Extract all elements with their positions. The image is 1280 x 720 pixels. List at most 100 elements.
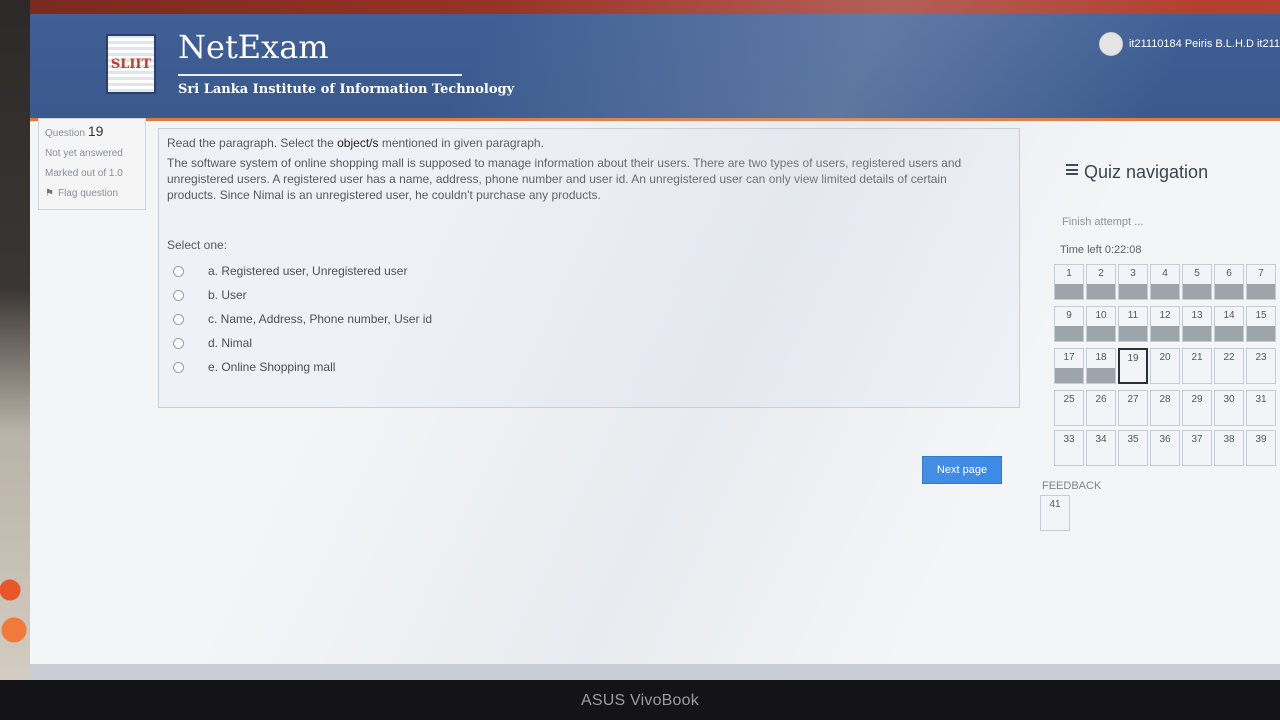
question-nav-button[interactable]: 20 <box>1150 348 1180 384</box>
question-nav-number: 35 <box>1127 434 1139 445</box>
radio-option-b[interactable] <box>173 289 184 301</box>
question-nav-button[interactable]: 34 <box>1086 430 1116 466</box>
answer-option-a[interactable]: a. Registered user, Unregistered user <box>173 259 1011 283</box>
question-nav-number: 26 <box>1095 394 1107 405</box>
question-nav-button[interactable]: 2 <box>1086 264 1116 300</box>
question-nav-number: 22 <box>1223 352 1235 363</box>
question-nav-button[interactable]: 25 <box>1054 390 1084 426</box>
question-nav-number: 4 <box>1162 268 1168 279</box>
question-nav-number: 33 <box>1063 434 1075 445</box>
question-nav-row: 17 18 19 20 21 22 23 <box>1054 348 1276 384</box>
question-nav-number: 23 <box>1255 352 1267 363</box>
option-label-e[interactable]: e. Online Shopping mall <box>208 359 335 375</box>
screen-bottom-edge <box>30 664 1280 680</box>
question-paragraph: The software system of online shopping m… <box>167 156 962 202</box>
question-nav-button[interactable]: 10 <box>1086 306 1116 342</box>
next-page-button[interactable]: Next page <box>922 456 1002 484</box>
radio-option-c[interactable] <box>173 313 184 325</box>
question-nav-number: 30 <box>1223 394 1235 405</box>
question-nav-number: 10 <box>1095 310 1107 321</box>
question-nav-button[interactable]: 30 <box>1214 390 1244 426</box>
answer-option-e[interactable]: e. Online Shopping mall <box>173 355 1011 379</box>
prompt-text-end: mentioned in given paragraph. <box>378 136 544 150</box>
option-label-a[interactable]: a. Registered user, Unregistered user <box>208 263 407 279</box>
user-menu[interactable]: it21110184 Peiris B.L.H.D it211 <box>1098 32 1280 56</box>
question-nav-number: 13 <box>1191 310 1203 321</box>
question-number: 19 <box>87 123 104 139</box>
question-nav-button[interactable]: 21 <box>1182 348 1212 384</box>
question-nav-button[interactable]: 27 <box>1118 390 1148 426</box>
question-nav-button[interactable]: 38 <box>1214 430 1244 466</box>
answer-option-b[interactable]: b. User <box>173 283 1011 307</box>
question-label: Question <box>45 128 86 139</box>
prompt-text-start: Read the paragraph. Select the <box>167 136 338 150</box>
question-nav-number: 28 <box>1159 394 1171 405</box>
question-nav-number: 41 <box>1049 499 1061 510</box>
question-nav-button-feedback[interactable]: 41 <box>1040 495 1070 531</box>
question-nav-button[interactable]: 4 <box>1150 264 1180 300</box>
question-nav-button[interactable]: 7 <box>1246 264 1276 300</box>
feedback-label: FEEDBACK <box>1042 480 1102 492</box>
question-nav-button[interactable]: 1 <box>1054 264 1084 300</box>
question-nav-number: 14 <box>1223 310 1235 321</box>
question-nav-button[interactable]: 12 <box>1150 306 1180 342</box>
question-nav-number: 21 <box>1191 352 1203 363</box>
question-nav-button[interactable]: 6 <box>1214 264 1244 300</box>
select-one-label: Select one: <box>167 238 228 252</box>
question-nav-button[interactable]: 23 <box>1246 348 1276 384</box>
question-nav-button[interactable]: 39 <box>1246 430 1276 466</box>
flag-icon: ⚑ <box>45 188 54 199</box>
question-nav-number: 19 <box>1127 353 1139 364</box>
question-nav-number: 18 <box>1095 352 1107 363</box>
question-nav-button[interactable]: 9 <box>1054 306 1084 342</box>
question-nav-button[interactable]: 11 <box>1118 306 1148 342</box>
question-nav-button[interactable]: 26 <box>1086 390 1116 426</box>
user-name[interactable]: it21110184 Peiris B.L.H.D it211 <box>1129 38 1280 50</box>
question-nav-button[interactable]: 17 <box>1054 348 1084 384</box>
question-nav-button[interactable]: 14 <box>1214 306 1244 342</box>
question-nav-number: 29 <box>1191 394 1203 405</box>
answer-option-d[interactable]: d. Nimal <box>173 331 1011 355</box>
top-accent-strip <box>30 0 1280 14</box>
question-nav-button[interactable]: 28 <box>1150 390 1180 426</box>
question-nav-number: 3 <box>1130 268 1136 279</box>
question-nav-button[interactable]: 31 <box>1246 390 1276 426</box>
question-nav-number: 38 <box>1223 434 1235 445</box>
finish-attempt-link[interactable]: Finish attempt ... <box>1062 216 1143 228</box>
question-marks: Marked out of 1.0 <box>45 168 123 179</box>
question-nav-button[interactable]: 22 <box>1214 348 1244 384</box>
page-header: SLIIT NetExam Sri Lanka Institute of Inf… <box>30 14 1280 121</box>
question-nav-row: 9 10 11 12 13 14 15 <box>1054 306 1276 342</box>
question-nav-button[interactable]: 33 <box>1054 430 1084 466</box>
question-nav-button[interactable]: 36 <box>1150 430 1180 466</box>
question-nav-number: 11 <box>1127 310 1139 321</box>
quiz-navigation-panel: Quiz navigation Finish attempt ... Time … <box>1040 150 1280 531</box>
question-nav-button[interactable]: 35 <box>1118 430 1148 466</box>
question-nav-row: 25 26 27 28 29 30 31 <box>1054 390 1276 426</box>
question-nav-button[interactable]: 13 <box>1182 306 1212 342</box>
answer-option-c[interactable]: c. Name, Address, Phone number, User id <box>173 307 1011 331</box>
laptop-brand-label: ASUS VivoBook <box>581 692 699 709</box>
option-label-d[interactable]: d. Nimal <box>208 335 252 351</box>
question-nav-button[interactable]: 29 <box>1182 390 1212 426</box>
option-label-b[interactable]: b. User <box>208 287 247 303</box>
question-nav-button[interactable]: 37 <box>1182 430 1212 466</box>
question-nav-number: 27 <box>1127 394 1139 405</box>
question-nav-number: 36 <box>1159 434 1171 445</box>
option-label-c[interactable]: c. Name, Address, Phone number, User id <box>208 311 432 327</box>
question-number-row: Question 19 <box>45 123 139 139</box>
question-nav-button[interactable]: 3 <box>1118 264 1148 300</box>
radio-option-d[interactable] <box>173 337 184 349</box>
question-nav-row: 33 34 35 36 37 38 39 <box>1054 430 1276 466</box>
sliit-logo[interactable]: SLIIT <box>106 34 156 94</box>
flag-question-link[interactable]: ⚑ Flag question <box>45 188 139 199</box>
question-nav-button[interactable]: 19 <box>1118 348 1148 384</box>
question-nav-button[interactable]: 5 <box>1182 264 1212 300</box>
question-nav-number: 6 <box>1226 268 1232 279</box>
radio-option-e[interactable] <box>173 361 184 373</box>
radio-option-a[interactable] <box>173 265 184 277</box>
question-nav-button[interactable]: 18 <box>1086 348 1116 384</box>
avatar[interactable] <box>1098 32 1123 56</box>
question-nav-button[interactable]: 15 <box>1246 306 1276 342</box>
question-content: Read the paragraph. Select the object/s … <box>158 128 1020 408</box>
